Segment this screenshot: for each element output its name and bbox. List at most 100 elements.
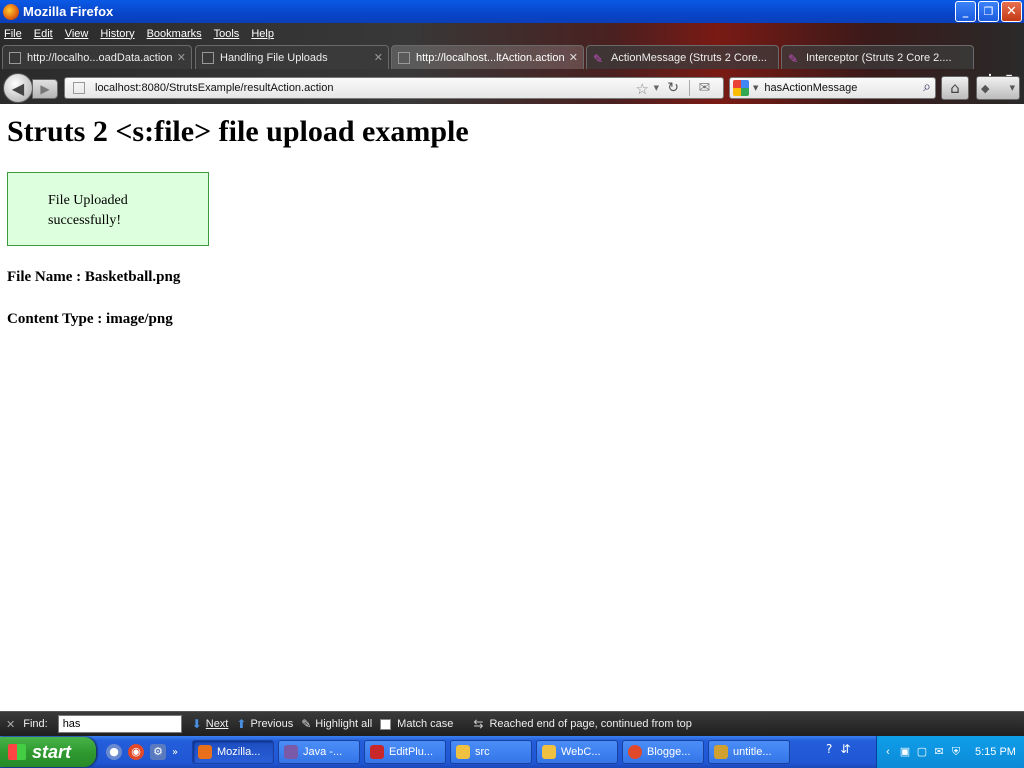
window-controls: _ ❐ ✕ [955,1,1022,22]
quick-launch: ● ◉ ⚙ » [106,744,192,760]
bookmark-star-icon[interactable]: ☆ [636,80,649,98]
close-tab-icon[interactable]: ✕ [569,51,578,64]
firefox-icon [3,3,19,20]
menu-edit[interactable]: Edit [34,28,53,40]
task-label: EditPlu... [389,746,434,758]
back-button[interactable]: ◀ [3,73,33,103]
home-button[interactable]: ⌂ [941,76,969,100]
chevron-left-icon[interactable]: ‹ [881,745,895,759]
taskbar-button[interactable]: WebC... [536,740,618,764]
find-next-button[interactable]: ⬇ Next [192,717,229,731]
close-tab-icon[interactable]: ✕ [177,51,186,64]
window-titlebar[interactable]: Mozilla Firefox _ ❐ ✕ [0,0,1024,23]
match-case-checkbox[interactable]: Match case [380,718,453,730]
content-type-text: Content Type : image/png [7,311,173,327]
search-query[interactable]: hasActionMessage [764,82,857,94]
find-previous-button[interactable]: ⬆ Previous [236,717,293,731]
reload-icon[interactable]: ↻ [667,80,679,96]
taskbar-button[interactable]: src [450,740,532,764]
task-label: WebC... [561,746,601,758]
chrome-icon[interactable]: ◉ [128,744,144,760]
menu-bookmarks[interactable]: Bookmarks [147,28,202,40]
tab-label: Interceptor (Struts 2 Core 2.... [806,51,952,64]
language-icon[interactable]: ⇵ [840,742,850,756]
page-icon [9,51,21,64]
windows-logo-icon [8,744,26,760]
start-button[interactable]: start [0,737,96,767]
task-label: untitle... [733,746,772,758]
find-label: Find: [23,718,48,730]
file-name-text: File Name : Basketball.png [7,269,181,285]
menu-help[interactable]: Help [251,28,274,40]
url-bar[interactable]: localhost:8080/StrutsExample/resultActio… [64,77,724,99]
up-arrow-icon: ⬆ [236,717,247,731]
tab-active[interactable]: http://localhost...ltAction.action ✕ [391,45,584,69]
menu-file[interactable]: File [4,28,22,40]
close-window-button[interactable]: ✕ [1001,1,1022,22]
task-label: Blogge... [647,746,691,758]
find-input[interactable]: has [57,715,182,733]
addon-button[interactable]: ◆ ▼ [976,76,1020,100]
windows-taskbar: start ● ◉ ⚙ » Mozilla... Java -... EditP… [0,736,1024,768]
taskbar-button[interactable]: Blogge... [622,740,704,764]
taskbar-button[interactable]: EditPlu... [364,740,446,764]
chevron-right-icon[interactable]: » [172,747,178,758]
url-text[interactable]: localhost:8080/StrutsExample/resultActio… [95,82,333,94]
puzzle-icon: ◆ [981,81,990,95]
window-title: Mozilla Firefox [23,4,114,19]
tray-icons: ‹ ▣ ▢ ✉ ⛨ [881,745,963,759]
network-icon[interactable]: ▣ [898,745,912,759]
find-previous-label: Previous [250,718,294,730]
task-label: Java -... [303,746,343,758]
highlight-all-button[interactable]: ✎ Highlight all [301,717,372,731]
close-tab-icon[interactable]: ✕ [374,51,383,64]
taskbar-button[interactable]: Java -... [278,740,360,764]
taskbar-button[interactable]: Mozilla... [192,740,274,764]
mail-icon[interactable]: ✉ [689,80,719,96]
display-icon[interactable]: ▢ [915,745,929,759]
search-bar[interactable]: ▼ hasActionMessage ⌕ [729,77,936,99]
taskbar-button[interactable]: untitle... [708,740,790,764]
chevron-down-icon: ▼ [1009,84,1015,92]
menu-history[interactable]: History [100,28,134,40]
home-icon: ⌂ [950,79,960,97]
mail-icon[interactable]: ✉ [932,745,946,759]
find-next-label: Next [205,718,229,730]
url-history-dropdown-icon[interactable]: ▼ [654,84,659,92]
match-case-label: Match case [397,718,454,730]
tab[interactable]: Handling File Uploads ✕ [195,45,389,69]
tab[interactable]: ✎ ActionMessage (Struts 2 Core... [586,45,779,69]
menu-view[interactable]: View [65,28,89,40]
find-status-text: Reached end of page, continued from top [489,718,692,730]
menu-tools[interactable]: Tools [214,28,240,40]
tab-label: Handling File Uploads [220,51,328,64]
search-icon[interactable]: ⌕ [923,79,931,95]
forward-button[interactable]: ▶ [32,79,58,99]
highlighter-icon: ✎ [301,717,312,731]
help-icon[interactable]: ? [826,742,832,756]
find-status: ⇆ Reached end of page, continued from to… [473,717,691,731]
tab[interactable]: http://localho...oadData.action ✕ [2,45,192,69]
close-find-bar-icon[interactable]: ✕ [6,718,15,731]
navigation-bar: ◀ ▶ localhost:8080/StrutsExample/resultA… [0,70,1024,104]
site-identity-icon[interactable] [73,82,85,94]
quill-icon: ✎ [593,51,604,66]
menu-bar: File Edit View History Bookmarks Tools H… [0,23,286,44]
highlight-all-label: Highlight all [315,718,373,730]
restore-button[interactable]: ❐ [978,1,999,22]
quill-icon: ✎ [788,51,799,66]
tab-label: http://localhost...ltAction.action [416,51,565,64]
minimize-button[interactable]: _ [955,1,976,22]
google-icon[interactable] [733,80,749,96]
folder-icon [542,745,556,759]
tab[interactable]: ✎ Interceptor (Struts 2 Core 2.... [781,45,974,69]
browser-chrome: File Edit View History Bookmarks Tools H… [0,23,1024,104]
forward-arrow-icon: ▶ [40,82,50,96]
globe-icon[interactable]: ● [106,744,122,760]
security-shield-icon[interactable]: ⛨ [949,745,963,759]
settings-icon[interactable]: ⚙ [150,744,166,760]
system-tray: ‹ ▣ ▢ ✉ ⛨ 5:15 PM [876,736,1024,768]
task-label: Mozilla... [217,746,261,758]
tab-label: ActionMessage (Struts 2 Core... [611,51,767,64]
search-engine-dropdown-icon[interactable]: ▼ [753,84,758,92]
